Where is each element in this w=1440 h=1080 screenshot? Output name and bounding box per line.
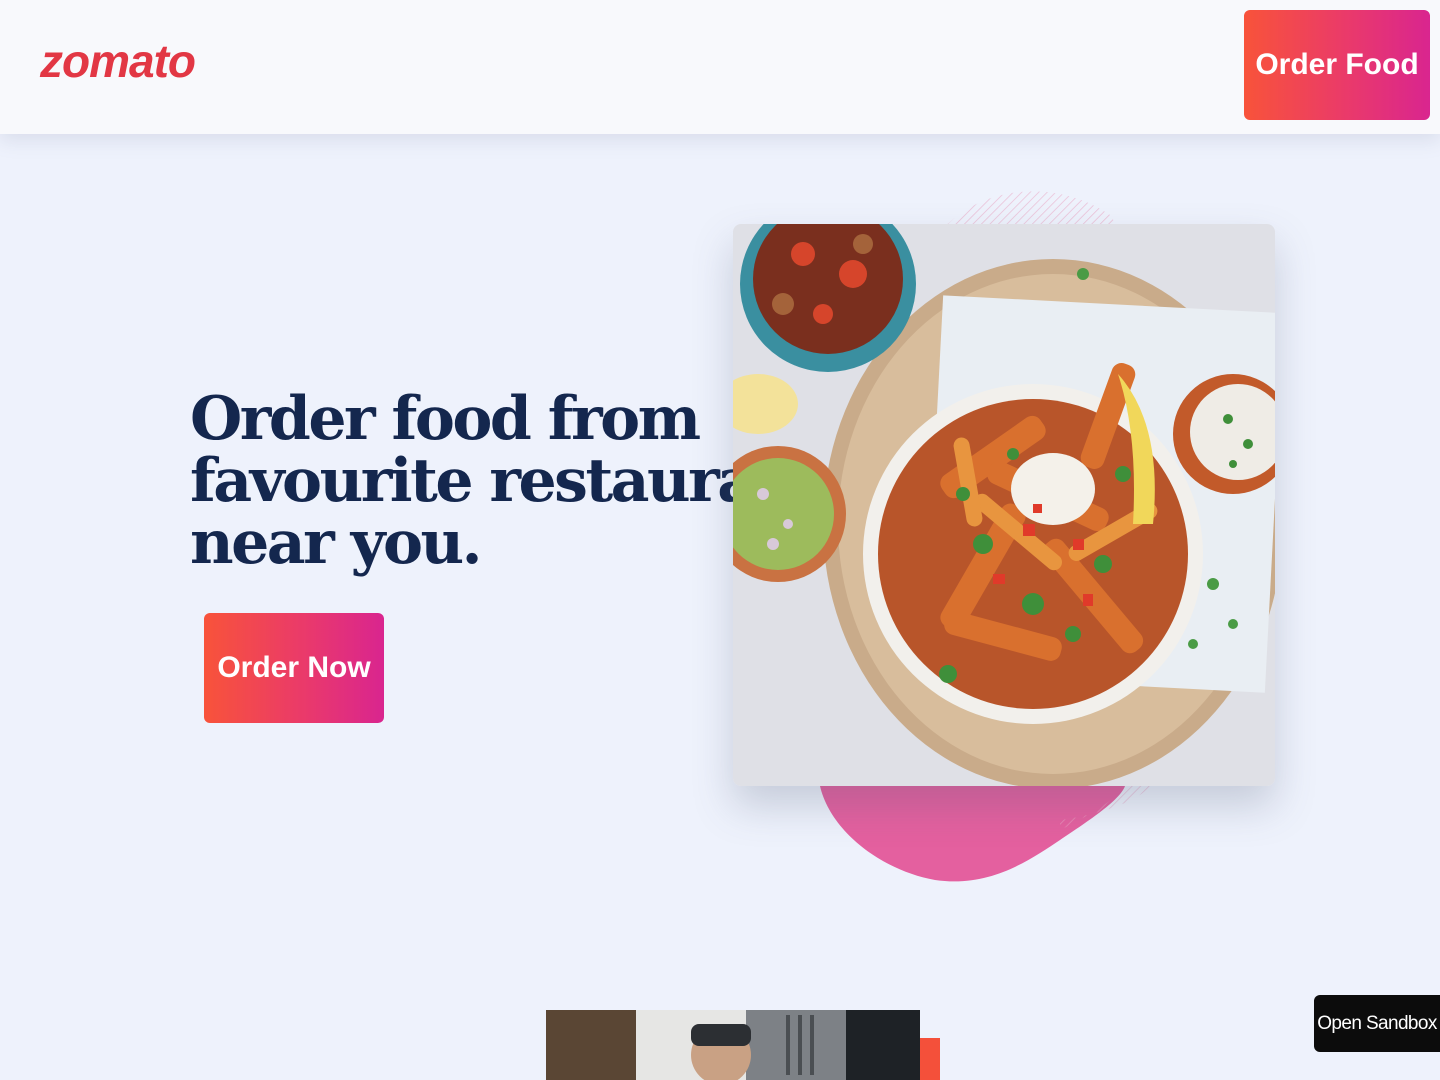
hero-title-line: Order food from xyxy=(190,384,701,454)
order-now-button[interactable]: Order Now xyxy=(204,613,384,723)
accent-bar xyxy=(920,1038,940,1080)
food-bowl-image xyxy=(733,224,1275,786)
top-header: zomato Order Food xyxy=(0,0,1440,134)
hero-title-line: near you. xyxy=(190,508,483,578)
hero-title-line: favourite restaurants xyxy=(190,446,854,516)
order-food-button[interactable]: Order Food xyxy=(1244,10,1430,120)
open-sandbox-button[interactable]: Open Sandbox xyxy=(1314,995,1440,1052)
hero-title: Order food from favourite restaurants ne… xyxy=(190,384,854,578)
chef-image xyxy=(546,1010,920,1080)
zomato-logo[interactable]: zomato xyxy=(40,34,196,88)
